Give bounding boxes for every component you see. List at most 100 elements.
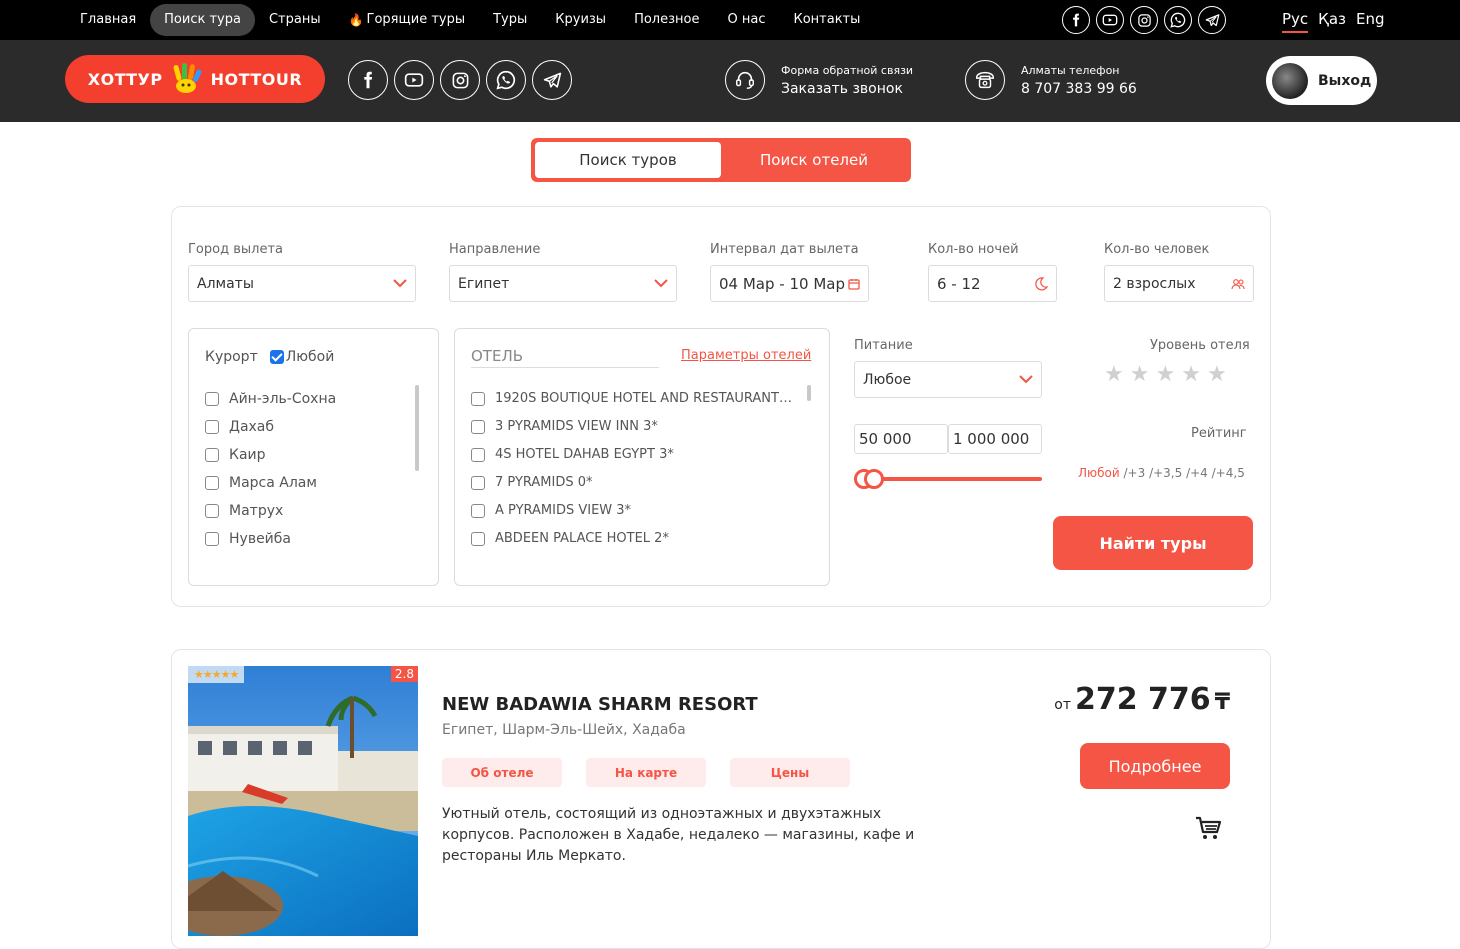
hotel-location: Египет, Шарм-Эль-Шейх, Хадаба — [442, 722, 686, 738]
list-item[interactable]: 3 PYRAMIDS VIEW INN 3* — [471, 419, 658, 434]
rating-option[interactable]: /+3,5 — [1149, 466, 1182, 480]
departure-select[interactable]: Алматы — [188, 265, 416, 302]
hotel-scrollbar[interactable] — [807, 385, 811, 401]
resort-checkbox[interactable] — [205, 532, 219, 546]
site-logo[interactable]: ХОТТУР HOTTOUR — [65, 55, 325, 103]
resort-checkbox[interactable] — [205, 420, 219, 434]
hotel-level-label: Уровень отеля — [1150, 338, 1250, 353]
hotel-photo[interactable]: ★★★★★ 2.8 — [188, 666, 418, 936]
search-mode-tabs: Поиск туров Поиск отелей — [531, 138, 911, 182]
hotel-title[interactable]: NEW BADAWIA SHARM RESORT — [442, 694, 758, 715]
resort-label: Курорт — [205, 349, 258, 365]
hotel-params-link[interactable]: Параметры отелей — [681, 348, 811, 363]
destination-select[interactable]: Египет — [449, 265, 677, 302]
list-item[interactable]: Марса Алам — [205, 475, 317, 491]
nav-item-about[interactable]: О нас — [713, 4, 779, 36]
cart-icon[interactable] — [1194, 815, 1222, 841]
resort-checkbox[interactable] — [205, 392, 219, 406]
star-icon[interactable]: ★ — [1207, 362, 1227, 387]
rating-option[interactable]: /+3 — [1124, 466, 1146, 480]
list-item[interactable]: Матрух — [205, 503, 283, 519]
meal-select[interactable]: Любое — [854, 361, 1042, 398]
nav-item-countries[interactable]: Страны — [255, 4, 335, 36]
avatar — [1272, 62, 1308, 99]
telegram-icon[interactable] — [532, 60, 572, 100]
tab-hotel-search[interactable]: Поиск отелей — [721, 142, 907, 178]
rating-option[interactable]: /+4 — [1186, 466, 1208, 480]
star-icon[interactable]: ★ — [1155, 362, 1175, 387]
rating-option[interactable]: /+4,5 — [1212, 466, 1245, 480]
hotel-checkbox[interactable] — [471, 503, 485, 518]
nights-input[interactable]: 6 - 12 — [928, 265, 1057, 302]
dates-input[interactable]: 04 Мар - 10 Мар — [710, 265, 869, 302]
chevron-down-icon — [1019, 375, 1033, 384]
list-item[interactable]: ABDEEN PALACE HOTEL 2* — [471, 531, 669, 546]
price-min-input[interactable]: 50 000 — [854, 424, 948, 454]
find-tours-button[interactable]: Найти туры — [1053, 516, 1253, 570]
lang-kz[interactable]: Қаз — [1318, 10, 1346, 33]
prices-button[interactable]: Цены — [730, 758, 850, 787]
nav-item-contacts[interactable]: Контакты — [779, 4, 874, 36]
hotel-search-input[interactable]: ОТЕЛЬ — [471, 347, 659, 368]
nav-item-useful[interactable]: Полезное — [620, 4, 713, 36]
list-item[interactable]: Дахаб — [205, 419, 274, 435]
phone-caption: Алматы телефон — [1021, 63, 1120, 77]
star-icon[interactable]: ★ — [1104, 362, 1124, 387]
star-icon[interactable]: ★ — [1181, 362, 1201, 387]
site-header: ХОТТУР HOTTOUR Форма обратной связи Зака… — [0, 40, 1460, 122]
price-max-input[interactable]: 1 000 000 — [948, 424, 1042, 454]
slider-handle-max[interactable] — [864, 469, 885, 489]
resort-any-checkbox[interactable] — [269, 350, 284, 364]
resort-checkbox[interactable] — [205, 476, 219, 490]
resort-any-label[interactable]: Любой — [286, 349, 335, 365]
facebook-icon[interactable] — [1062, 6, 1090, 34]
tab-tour-search[interactable]: Поиск туров — [535, 142, 721, 178]
hotel-level-stars: ★ ★ ★ ★ ★ — [1104, 362, 1227, 387]
hotel-checkbox[interactable] — [471, 419, 485, 434]
instagram-icon[interactable] — [1130, 6, 1158, 34]
nav-item-tour-search[interactable]: Поиск тура — [150, 4, 255, 36]
resort-scrollbar[interactable] — [415, 385, 419, 471]
facebook-icon[interactable] — [348, 60, 388, 100]
resort-checkbox[interactable] — [205, 504, 219, 518]
instagram-icon[interactable] — [440, 60, 480, 100]
hotel-checkbox[interactable] — [471, 447, 485, 462]
hotel-checkbox[interactable] — [471, 391, 485, 406]
list-item[interactable]: Нувейба — [205, 531, 291, 547]
phone-number[interactable]: 8 707 383 99 66 — [1021, 81, 1137, 97]
telegram-icon[interactable] — [1198, 6, 1226, 34]
lang-en[interactable]: Eng — [1356, 10, 1385, 33]
lang-ru[interactable]: Рус — [1282, 10, 1309, 33]
price-range-slider[interactable] — [854, 469, 1042, 489]
list-item[interactable]: A PYRAMIDS VIEW 3* — [471, 503, 631, 518]
hotel-checkbox[interactable] — [471, 531, 485, 546]
list-item[interactable]: Каир — [205, 447, 266, 463]
star-icon[interactable]: ★ — [1130, 362, 1150, 387]
hotel-checkbox[interactable] — [471, 475, 485, 490]
list-item[interactable]: 1920S BOUTIQUE HOTEL AND RESTAURANT… — [471, 391, 792, 406]
phone-block[interactable]: Алматы телефон 8 707 383 99 66 — [965, 60, 1137, 100]
list-item[interactable]: 7 PYRAMIDS 0* — [471, 475, 593, 490]
rating-option[interactable]: Любой — [1078, 466, 1120, 480]
youtube-icon[interactable] — [1096, 6, 1124, 34]
on-map-button[interactable]: На карте — [586, 758, 706, 787]
nav-item-hot-tours[interactable]: 🔥 Горящие туры — [335, 4, 480, 36]
rating-options: Любой /+3 /+3,5 /+4 /+4,5 — [1078, 466, 1245, 480]
whatsapp-icon[interactable] — [486, 60, 526, 100]
about-hotel-button[interactable]: Об отеле — [442, 758, 562, 787]
people-select[interactable]: 2 взрослых — [1104, 265, 1254, 302]
callback-block[interactable]: Форма обратной связи Заказать звонок — [725, 60, 913, 100]
list-item[interactable]: Айн-эль-Сохна — [205, 391, 336, 407]
whatsapp-icon[interactable] — [1164, 6, 1192, 34]
nav-item-tours[interactable]: Туры — [479, 4, 541, 36]
departure-label: Город вылета — [188, 242, 283, 257]
chevron-down-icon — [654, 279, 668, 288]
logout-button[interactable]: Выход — [1266, 56, 1377, 105]
youtube-icon[interactable] — [394, 60, 434, 100]
nav-item-home[interactable]: Главная — [66, 4, 150, 36]
list-item[interactable]: 4S HOTEL DAHAB EGYPT 3* — [471, 447, 674, 462]
nav-item-cruises[interactable]: Круизы — [541, 4, 620, 36]
resort-checkbox[interactable] — [205, 448, 219, 462]
callback-action[interactable]: Заказать звонок — [781, 81, 913, 97]
details-button[interactable]: Подробнее — [1080, 743, 1230, 789]
